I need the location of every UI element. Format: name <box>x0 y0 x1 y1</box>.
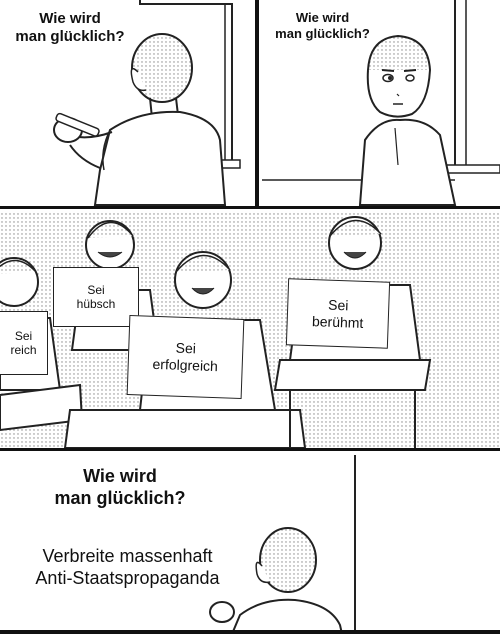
sign-sei-beruehmt: Sei berühmt <box>285 278 391 349</box>
divider-top-middle <box>0 206 500 209</box>
divider-middle-bottom <box>0 448 500 451</box>
panel-bottom-art <box>209 455 356 634</box>
question-top-right: Wie wird man glücklich? <box>275 10 370 41</box>
question-top-left: Wie wird man glücklich? <box>15 10 125 45</box>
sign-sei-erfolgreich: Sei erfolgreich <box>126 315 245 399</box>
sign-sei-reich: Sei reich <box>0 311 48 375</box>
divider-top-vertical <box>255 0 259 206</box>
question-bottom: Wie wird man glücklich? <box>54 466 186 508</box>
answer-bottom: Verbreite massenhaft Anti-Staatspropagan… <box>35 546 220 588</box>
divider-bottom-edge <box>0 630 500 634</box>
panel-middle-art <box>0 211 500 449</box>
sign-sei-huebsch: Sei hübsch <box>53 267 139 327</box>
